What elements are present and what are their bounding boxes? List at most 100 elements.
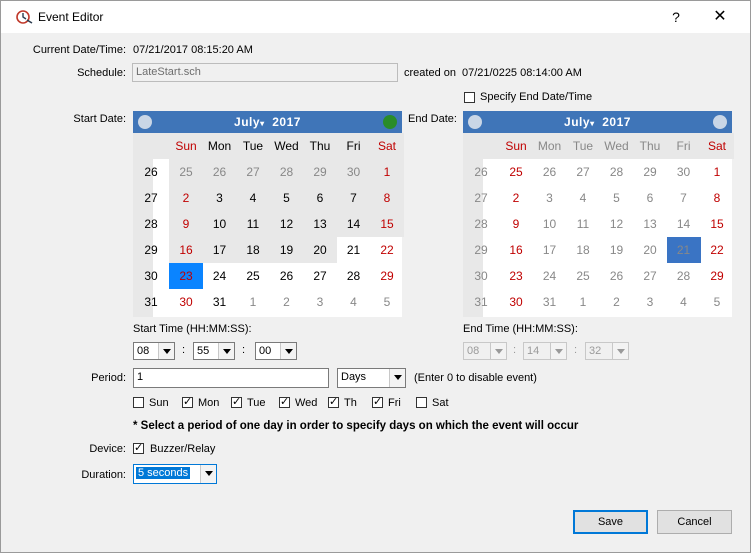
day-checkbox-label: Sat [432,397,449,409]
next-month-icon[interactable] [383,115,397,129]
calendar-day: 11 [576,217,590,231]
calendar-day[interactable]: 12 [269,211,304,237]
week-number: 28 [474,217,488,231]
calendar-day[interactable]: 10 [202,211,237,237]
week-number: 31 [474,295,488,309]
calendar-day[interactable]: 27 [303,263,337,289]
device-checkbox[interactable]: ✓ [133,443,144,454]
duration-label: Duration: [81,469,126,481]
chevron-down-icon [490,343,506,359]
calendar-day[interactable]: 25 [236,263,270,289]
calendar-day[interactable]: 15 [370,211,404,237]
calendar-day[interactable]: 9 [169,211,203,237]
end-hour-value: 08 [467,345,480,357]
weekday-header: Wed [269,133,304,159]
chevron-down-icon[interactable] [158,343,174,359]
calendar-day[interactable]: 21 [337,237,371,263]
calendar-month-year: July▾ 2017 [234,115,301,129]
calendar-day[interactable]: 19 [269,237,304,263]
specify-end-checkbox[interactable] [464,92,475,103]
calendar-day[interactable]: 17 [202,237,237,263]
period-unit-select[interactable]: Days [337,368,406,388]
calendar-day: 2 [613,295,620,309]
calendar-day[interactable]: 4 [337,289,371,315]
calendar-day: 26 [542,165,557,179]
calendar-day[interactable]: 30 [169,289,203,315]
start-hour-select[interactable]: 08 [133,342,175,360]
chevron-down-icon[interactable] [280,343,296,359]
start-date-calendar[interactable]: July▾ 2017 Sun Mon Tue Wed Thu Fri Sat 26 25 26 27… [133,111,404,317]
day-checkbox-sun[interactable] [133,397,144,408]
calendar-day[interactable]: 3 [303,289,337,315]
calendar-day[interactable]: 5 [269,185,304,211]
calendar-day[interactable]: 18 [236,237,270,263]
start-second-select[interactable]: 00 [255,342,297,360]
calendar-day[interactable]: 22 [370,237,404,263]
calendar-day[interactable]: 3 [202,185,237,211]
day-checkbox-th[interactable]: ✓ [328,397,339,408]
calendar-day: 3 [646,295,654,309]
calendar-day[interactable]: 27 [236,159,270,185]
calendar-day[interactable]: 7 [336,185,371,211]
calendar-day[interactable]: 20 [303,237,337,263]
calendar-day[interactable]: 13 [303,211,337,237]
calendar-day[interactable]: 5 [370,289,404,315]
calendar-day[interactable]: 29 [303,159,337,185]
chevron-down-icon [550,343,566,359]
event-editor-window: Event Editor ? ✕ Current Date/Time: 07/2… [0,0,751,553]
period-input[interactable]: 1 [133,368,329,388]
calendar-day[interactable]: 6 [303,185,337,211]
calendar-day: 14 [676,217,691,231]
calendar-day[interactable]: 2 [270,289,304,315]
calendar-day[interactable]: 16 [169,237,203,263]
save-button[interactable]: Save [573,510,648,534]
day-checkbox-wed[interactable]: ✓ [279,397,290,408]
calendar-month-year: July▾ 2017 [564,115,631,129]
start-minute-select[interactable]: 55 [193,342,235,360]
calendar-day[interactable]: 29 [370,263,404,289]
calendar-day[interactable]: 25 [169,159,203,185]
calendar-day[interactable]: 30 [336,159,371,185]
day-checkbox-label: Fri [388,397,401,409]
day-checkbox-fri[interactable]: ✓ [372,397,383,408]
calendar-day[interactable]: 24 [203,263,237,289]
calendar-day[interactable]: 14 [336,211,371,237]
calendar-day[interactable]: 2 [169,185,203,211]
calendar-day[interactable]: 1 [370,159,404,185]
chevron-down-icon[interactable] [218,343,234,359]
created-on-label: created on [404,67,456,79]
calendar-day[interactable]: 26 [202,159,237,185]
calendar-day[interactable]: 4 [236,185,270,211]
start-time-label: Start Time (HH:MM:SS): [133,323,252,335]
chevron-down-icon[interactable] [200,465,216,483]
time-separator: : [574,344,578,356]
day-checkbox-mon[interactable]: ✓ [182,397,193,408]
calendar-year[interactable]: 2017 [272,115,301,129]
close-button[interactable]: ✕ [707,5,733,29]
calendar-day[interactable]: 8 [370,185,404,211]
calendar-day[interactable]: 26 [270,263,304,289]
calendar-day: 29 [643,165,657,179]
week-number: 26 [144,165,158,179]
calendar-day[interactable]: 28 [269,159,304,185]
weekday-header: Sun [169,133,203,159]
calendar-day: 4 [680,295,687,309]
calendar-day[interactable]: 23 [169,263,203,289]
calendar-day: 6 [646,191,654,205]
cancel-button[interactable]: Cancel [657,510,732,534]
help-button[interactable]: ? [663,5,689,29]
calendar-day: 25 [576,269,590,283]
day-checkbox-tue[interactable]: ✓ [231,397,242,408]
chevron-down-icon[interactable] [389,369,405,387]
end-minute-value: 14 [527,345,540,357]
day-checkbox-label: Sun [149,397,169,409]
calendar-day: 27 [576,165,590,179]
calendar-day: 23 [509,269,523,283]
calendar-day[interactable]: 1 [236,289,270,315]
duration-select[interactable]: 5 seconds [133,464,217,484]
calendar-month[interactable]: July [234,115,260,129]
calendar-day[interactable]: 31 [203,289,237,315]
calendar-day[interactable]: 28 [337,263,371,289]
day-checkbox-sat[interactable] [416,397,427,408]
calendar-day[interactable]: 11 [236,211,270,237]
